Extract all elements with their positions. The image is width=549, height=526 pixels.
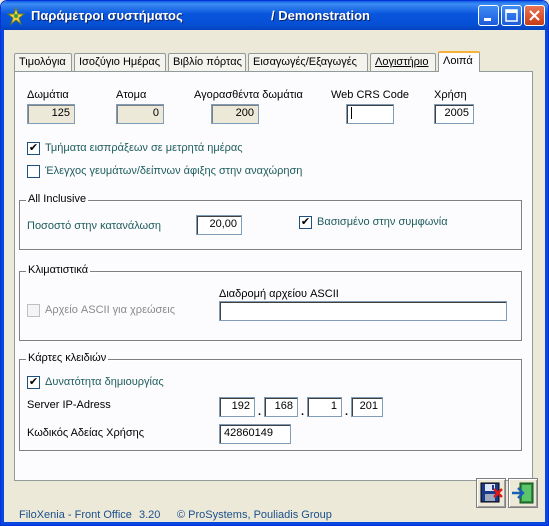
create-keycards-label: Δυνατότητα δημιουργίας xyxy=(45,376,164,388)
tab-door-book[interactable]: Βιβλίο πόρτας xyxy=(168,53,246,71)
ip-dot: . xyxy=(301,406,305,418)
meals-check-checkbox[interactable] xyxy=(27,165,40,178)
bought-rooms-value: 200 xyxy=(211,104,259,124)
tab-accounting[interactable]: Λογιστήριο xyxy=(370,53,436,71)
cash-sections-label: Τμήματα εισπράξεων σε μετρητά ημέρας xyxy=(45,142,243,154)
title-bar[interactable]: Παράμετροι συστήματος / Demonstration xyxy=(1,1,548,30)
tab-label: Λογιστήριο xyxy=(375,56,429,68)
consumption-percent-label: Ποσοστό στην κατανάλωση xyxy=(27,220,162,232)
tab-label: Εισαγωγές/Εξαγωγές xyxy=(253,56,357,68)
close-icon xyxy=(529,10,540,21)
all-inclusive-title: All Inclusive xyxy=(26,193,89,205)
ip-dot: . xyxy=(258,406,262,418)
close-button[interactable] xyxy=(524,5,545,26)
year-label: Χρήση xyxy=(434,89,467,101)
license-code-input[interactable]: 42860149 xyxy=(219,424,291,444)
app-star-icon xyxy=(7,7,25,25)
footer-version: 3.20 xyxy=(139,509,161,521)
tab-import-export[interactable]: Εισαγωγές/Εξαγωγές xyxy=(248,53,368,71)
agreement-label: Βασισμένο στην συμφωνία xyxy=(317,216,448,228)
ip-octet-3[interactable]: 1 xyxy=(307,397,342,417)
save-disk-icon xyxy=(480,482,503,503)
rooms-value: 125 xyxy=(27,104,75,124)
create-keycards-checkbox[interactable]: ✔ xyxy=(27,376,40,389)
window-title: Παράμετροι συστήματος xyxy=(31,8,183,23)
exit-door-icon xyxy=(512,482,534,504)
text-caret xyxy=(351,107,352,120)
maximize-button[interactable] xyxy=(501,5,522,26)
aircon-title: Κλιματιστικά xyxy=(26,264,91,276)
persons-value: 0 xyxy=(116,104,164,124)
tab-other[interactable]: Λοιπά xyxy=(438,51,480,72)
tab-invoices[interactable]: Τιμολόγια xyxy=(14,53,72,71)
window: Παράμετροι συστήματος / Demonstration Τι… xyxy=(0,0,549,526)
ascii-path-label: Διαδρομή αρχείου ASCII xyxy=(219,288,339,300)
minimize-button[interactable] xyxy=(478,5,499,26)
keycards-title: Κάρτες κλειδιών xyxy=(26,352,109,364)
exit-button[interactable] xyxy=(508,478,538,508)
footer-copyright: © ProSystems, Pouliadis Group xyxy=(177,509,332,521)
ip-octet-2[interactable]: 168 xyxy=(264,397,298,417)
save-button[interactable] xyxy=(476,478,506,508)
maximize-icon xyxy=(505,9,518,22)
ascii-file-label: Αρχείο ASCII για χρεώσεις xyxy=(45,304,175,316)
tab-label: Ισοζύγιο Ημέρας xyxy=(79,56,161,68)
consumption-percent-input[interactable]: 20,00 xyxy=(196,215,242,235)
ascii-file-checkbox[interactable] xyxy=(27,304,40,317)
ascii-path-input[interactable] xyxy=(219,301,507,321)
ip-octet-4[interactable]: 201 xyxy=(351,397,383,417)
license-code-label: Κωδικός Αδείας Χρήσης xyxy=(27,427,145,439)
footer-product: FiloXenia - Front Office xyxy=(19,509,132,521)
minimize-icon xyxy=(484,18,491,21)
persons-label: Ατομα xyxy=(116,89,147,101)
rooms-label: Δωμάτια xyxy=(27,89,69,101)
ip-dot: . xyxy=(345,406,349,418)
tab-label: Λοιπά xyxy=(443,55,473,67)
tab-label: Βιβλίο πόρτας xyxy=(173,56,242,68)
agreement-checkbox[interactable]: ✔ xyxy=(299,216,312,229)
tab-daily-balance[interactable]: Ισοζύγιο Ημέρας xyxy=(74,53,166,71)
bought-rooms-label: Αγορασθέντα δωμάτια xyxy=(194,89,303,101)
crs-code-input[interactable] xyxy=(346,104,394,124)
ip-octet-1[interactable]: 192 xyxy=(219,397,255,417)
crs-code-label: Web CRS Code xyxy=(331,89,410,101)
cash-sections-checkbox[interactable]: ✔ xyxy=(27,142,40,155)
year-input[interactable]: 2005 xyxy=(434,104,474,124)
tab-label: Τιμολόγια xyxy=(19,56,66,68)
window-title-company: / Demonstration xyxy=(271,8,370,23)
server-ip-label: Server IP-Adress xyxy=(27,399,111,411)
meals-check-label: Έλεγχος γευμάτων/δείπνων άφιξης στην ανα… xyxy=(45,165,303,177)
